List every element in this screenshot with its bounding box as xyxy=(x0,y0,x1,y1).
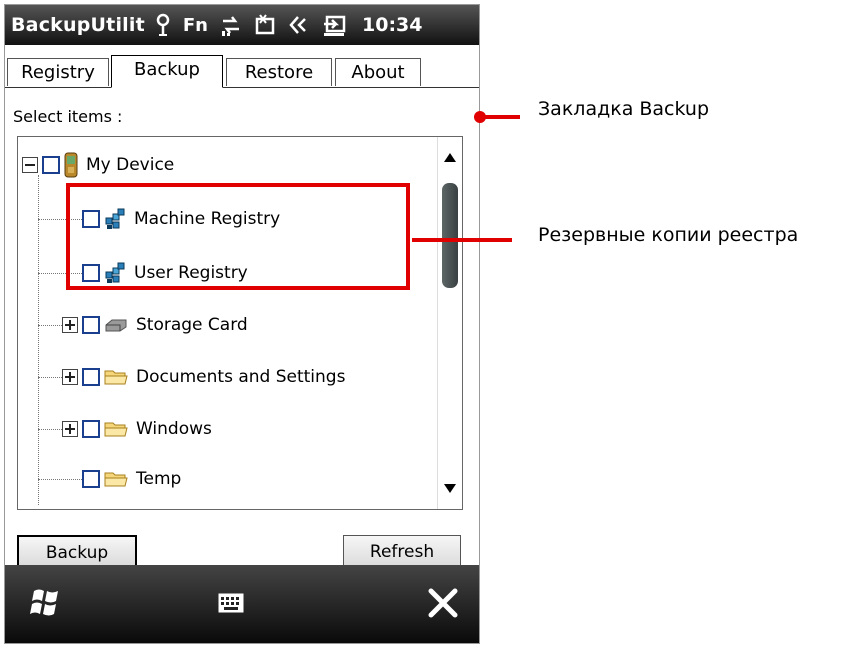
tree-item-storage-card[interactable]: Storage Card xyxy=(62,308,248,342)
scroll-up-arrow-icon[interactable] xyxy=(444,153,456,162)
vertical-scrollbar[interactable] xyxy=(437,137,462,509)
tree-item-label: Storage Card xyxy=(136,315,248,335)
collapse-toggle[interactable] xyxy=(22,157,38,173)
tree-connector xyxy=(38,325,62,326)
expand-toggle[interactable] xyxy=(62,369,78,385)
backup-tab-callout-line xyxy=(480,115,520,119)
folder-icon xyxy=(104,472,128,487)
fn-indicator: Fn xyxy=(182,14,208,36)
tree-item-label: Temp xyxy=(136,469,182,489)
tree-connector xyxy=(38,429,62,430)
clock: 10:34 xyxy=(362,14,423,36)
tree-item-temp[interactable]: Temp xyxy=(82,462,181,496)
scroll-thumb[interactable] xyxy=(442,183,458,288)
select-items-label: Select items : xyxy=(13,107,123,126)
folder-icon xyxy=(104,370,128,385)
close-icon[interactable] xyxy=(425,585,461,621)
annotation-backup-tab: Закладка Backup xyxy=(538,98,710,120)
app-title: BackupUtilit xyxy=(11,14,145,36)
tree-item-windows[interactable]: Windows xyxy=(62,412,212,446)
checkbox[interactable] xyxy=(42,156,60,174)
tree-item-documents-and-settings[interactable]: Documents and Settings xyxy=(62,360,345,394)
checkbox[interactable] xyxy=(82,420,100,438)
battery-icon xyxy=(255,14,275,35)
tree-item-label: My Device xyxy=(86,155,175,175)
signal-antenna-icon xyxy=(156,13,170,36)
refresh-button[interactable]: Refresh xyxy=(343,535,461,567)
checkbox[interactable] xyxy=(82,470,100,488)
softkey-bar xyxy=(5,565,479,643)
expand-toggle[interactable] xyxy=(62,317,78,333)
annotation-registry-copies: Резервные копии реестра xyxy=(538,224,799,246)
registry-callout-line xyxy=(412,238,512,242)
scroll-down-arrow-icon[interactable] xyxy=(444,484,456,493)
checkbox[interactable] xyxy=(82,368,100,386)
tab-about[interactable]: About xyxy=(335,58,421,86)
status-bar: BackupUtilit Fn 10:34 xyxy=(5,5,479,45)
storage-card-icon xyxy=(105,319,127,332)
registry-highlight-box xyxy=(66,183,410,290)
folder-icon xyxy=(104,422,128,437)
checkbox[interactable] xyxy=(82,316,100,334)
device-screen: BackupUtilit Fn 10:34 Registry Backup Re… xyxy=(4,4,480,644)
tree-item-label: Documents and Settings xyxy=(136,367,346,387)
backup-button[interactable]: Backup xyxy=(17,535,137,567)
tree-connector xyxy=(38,479,82,480)
tree-item-label: Windows xyxy=(136,419,212,439)
windows-start-icon[interactable] xyxy=(29,585,63,619)
expand-toggle[interactable] xyxy=(62,421,78,437)
usb-sync-icon xyxy=(324,15,346,36)
tab-registry[interactable]: Registry xyxy=(7,58,109,86)
device-icon xyxy=(64,152,78,178)
tab-restore[interactable]: Restore xyxy=(226,58,332,86)
tree-item-my-device[interactable]: My Device xyxy=(22,148,174,182)
tab-backup[interactable]: Backup xyxy=(111,55,223,88)
tree-connector xyxy=(38,377,62,378)
keyboard-icon[interactable] xyxy=(218,593,244,613)
status-icons[interactable]: Fn 10:34 xyxy=(155,13,423,37)
connectivity-arrows-icon xyxy=(222,16,239,36)
tab-strip: Registry Backup Restore About xyxy=(5,47,479,88)
tree-connector xyxy=(38,175,39,505)
volume-icon xyxy=(289,16,306,34)
